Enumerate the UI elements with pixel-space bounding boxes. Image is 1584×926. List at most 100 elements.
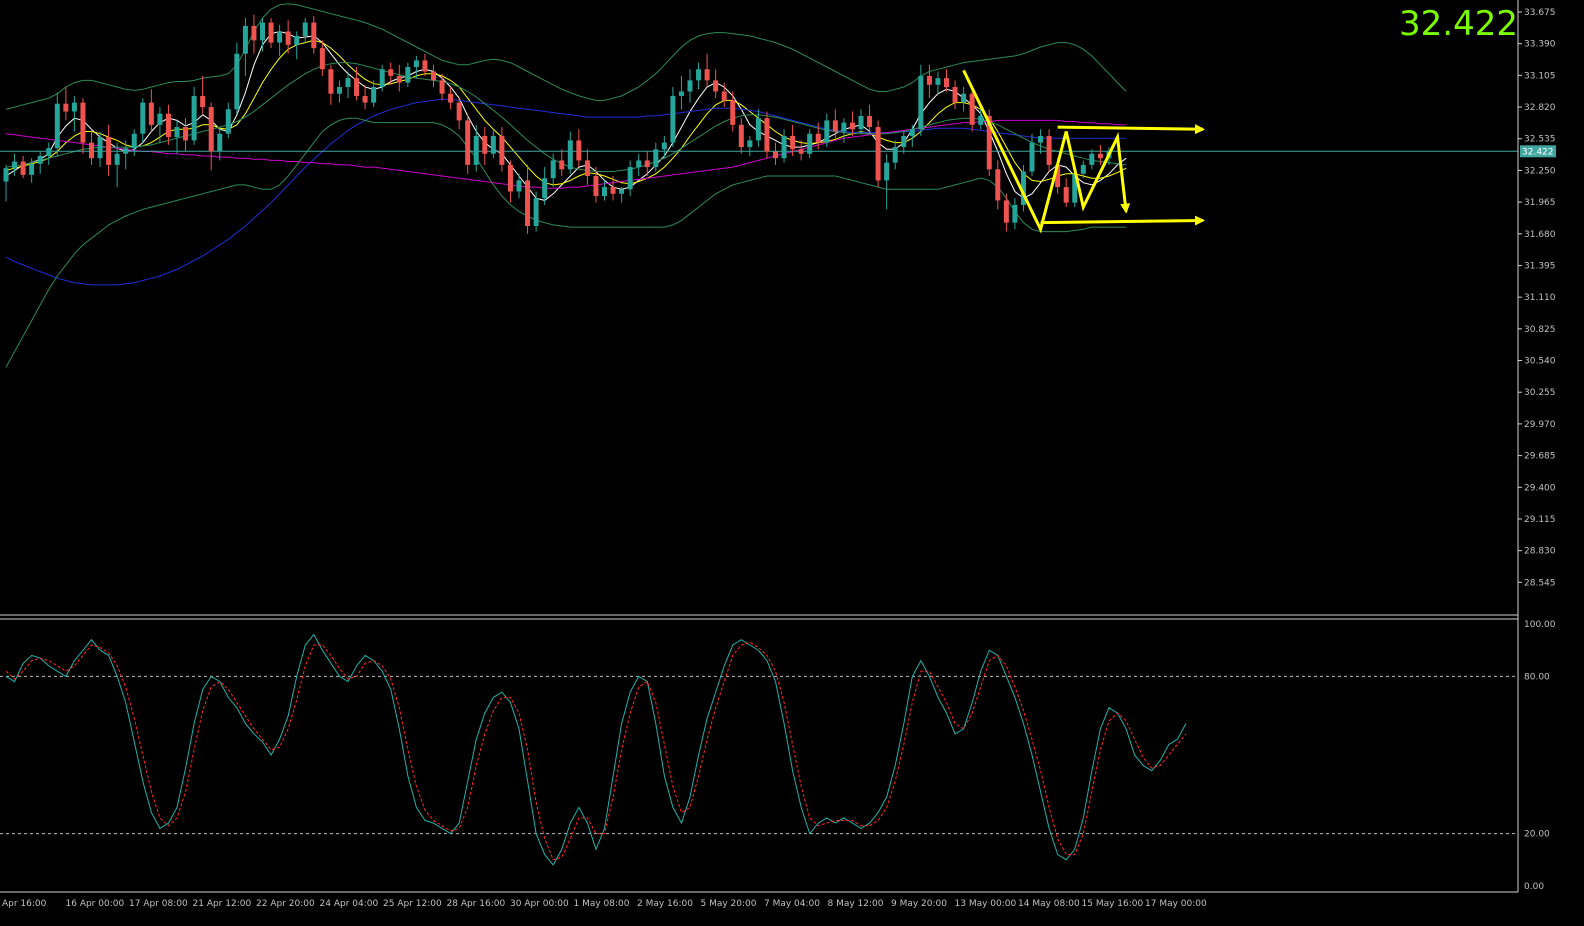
- candle-body: [482, 135, 488, 154]
- candle-body: [319, 48, 325, 70]
- candle-body: [849, 122, 855, 130]
- x-tick-label: 9 May 20:00: [891, 899, 947, 909]
- price-series-ma_mid: [5, 39, 1127, 186]
- stochastic-panel: [0, 633, 1518, 866]
- candle-body: [354, 78, 360, 96]
- candle-body: [1038, 135, 1044, 143]
- candle-body: [311, 22, 317, 49]
- current-price-tag-label: 32.422: [1522, 147, 1554, 157]
- y-tick-label: 31.395: [1524, 261, 1556, 271]
- x-tick-label: 14 May 08:00: [1018, 899, 1080, 909]
- stoch-tick-label: 100.00: [1524, 620, 1556, 630]
- candle-body: [884, 162, 890, 181]
- candle-body: [875, 127, 881, 181]
- annotation-lower-arrow: [1040, 215, 1205, 226]
- x-tick-label: 17 Apr 08:00: [129, 899, 188, 909]
- x-tick-label: 22 Apr 20:00: [256, 899, 315, 909]
- candle-body: [978, 115, 984, 125]
- y-tick-label: 30.825: [1524, 325, 1556, 335]
- candle-body: [63, 103, 69, 112]
- price-series-bb_lower: [5, 117, 1127, 368]
- candle-body: [106, 137, 112, 165]
- candle-body: [328, 69, 334, 94]
- candle-body: [20, 161, 26, 175]
- candle-body: [336, 87, 342, 94]
- candle-body: [371, 87, 377, 103]
- y-tick-label: 32.535: [1524, 135, 1556, 145]
- y-tick-label: 30.255: [1524, 388, 1556, 398]
- candle-body: [516, 180, 522, 192]
- candle-body: [1012, 204, 1018, 223]
- price-panel: [0, 3, 1518, 368]
- candle-body: [242, 25, 248, 54]
- candle-body: [499, 135, 505, 165]
- candle-body: [952, 87, 958, 103]
- annotation-upper-arrow: [1057, 124, 1205, 135]
- x-tick-label: 17 May 00:00: [1145, 899, 1207, 909]
- candle-body: [251, 25, 257, 41]
- candle-body: [832, 120, 838, 132]
- y-tick-label: 31.680: [1524, 230, 1556, 240]
- candle-body: [721, 91, 727, 101]
- candle-body: [439, 80, 445, 94]
- y-tick-label: 29.400: [1524, 483, 1556, 493]
- x-tick-label: 28 Apr 16:00: [447, 899, 506, 909]
- y-tick-label: 33.105: [1524, 71, 1556, 81]
- price-series-ma_slow: [5, 98, 1127, 286]
- candle-body: [824, 120, 830, 143]
- candle-body: [636, 160, 642, 168]
- candle-body: [157, 113, 163, 125]
- x-tick-label: 16 Apr 00:00: [66, 899, 125, 909]
- candle-body: [892, 147, 898, 163]
- candle-body: [1003, 200, 1009, 223]
- current-price-display: 32.422: [1399, 4, 1518, 44]
- candle-body: [764, 118, 770, 152]
- candle-body: [3, 168, 9, 182]
- candle-body: [388, 69, 394, 76]
- candle-body: [405, 67, 411, 83]
- y-tick-label: 29.970: [1524, 420, 1556, 430]
- candle-body: [507, 164, 513, 192]
- x-tick-label: 30 Apr 00:00: [510, 899, 569, 909]
- candle-body: [790, 135, 796, 150]
- candle-body: [781, 135, 787, 159]
- stoch-tick-label: 0.00: [1524, 882, 1544, 892]
- x-tick-label: 21 Apr 12:00: [193, 899, 252, 909]
- candle-body: [713, 80, 719, 92]
- candle-body: [234, 53, 240, 110]
- y-tick-label: 31.965: [1524, 198, 1556, 208]
- candle-body: [140, 102, 146, 134]
- candle-body: [37, 155, 43, 164]
- candle-body: [422, 60, 428, 72]
- candle-body: [379, 69, 385, 88]
- candle-body: [926, 75, 932, 85]
- candle-body: [550, 160, 556, 179]
- y-tick-label: 33.390: [1524, 40, 1556, 50]
- candle-body: [944, 78, 949, 88]
- y-tick-label: 32.820: [1524, 103, 1556, 113]
- candle-body: [644, 160, 650, 168]
- candle-body: [661, 142, 667, 150]
- candle-body: [29, 163, 35, 175]
- x-tick-label: 24 Apr 04:00: [320, 899, 379, 909]
- candle-body: [696, 69, 702, 81]
- x-tick-label: 5 May 20:00: [701, 899, 757, 909]
- candle-body: [225, 109, 231, 134]
- candle-body: [533, 198, 539, 227]
- candle-body: [165, 113, 171, 138]
- candle-body: [841, 122, 847, 132]
- stoch-tick-label: 20.00: [1524, 830, 1550, 840]
- candle-body: [89, 142, 94, 159]
- candle-body: [525, 180, 531, 227]
- price-series-bb_middle: [5, 62, 1127, 172]
- candle-body: [961, 93, 967, 103]
- candle-body: [285, 31, 291, 45]
- candle-body: [807, 133, 813, 154]
- y-tick-label: 31.110: [1524, 293, 1556, 303]
- candle-body: [448, 93, 454, 103]
- candle-body: [413, 60, 419, 68]
- x-tick-label: 13 May 00:00: [955, 899, 1017, 909]
- candle-body: [909, 129, 915, 136]
- candle-body: [678, 91, 684, 96]
- candle-body: [473, 135, 479, 165]
